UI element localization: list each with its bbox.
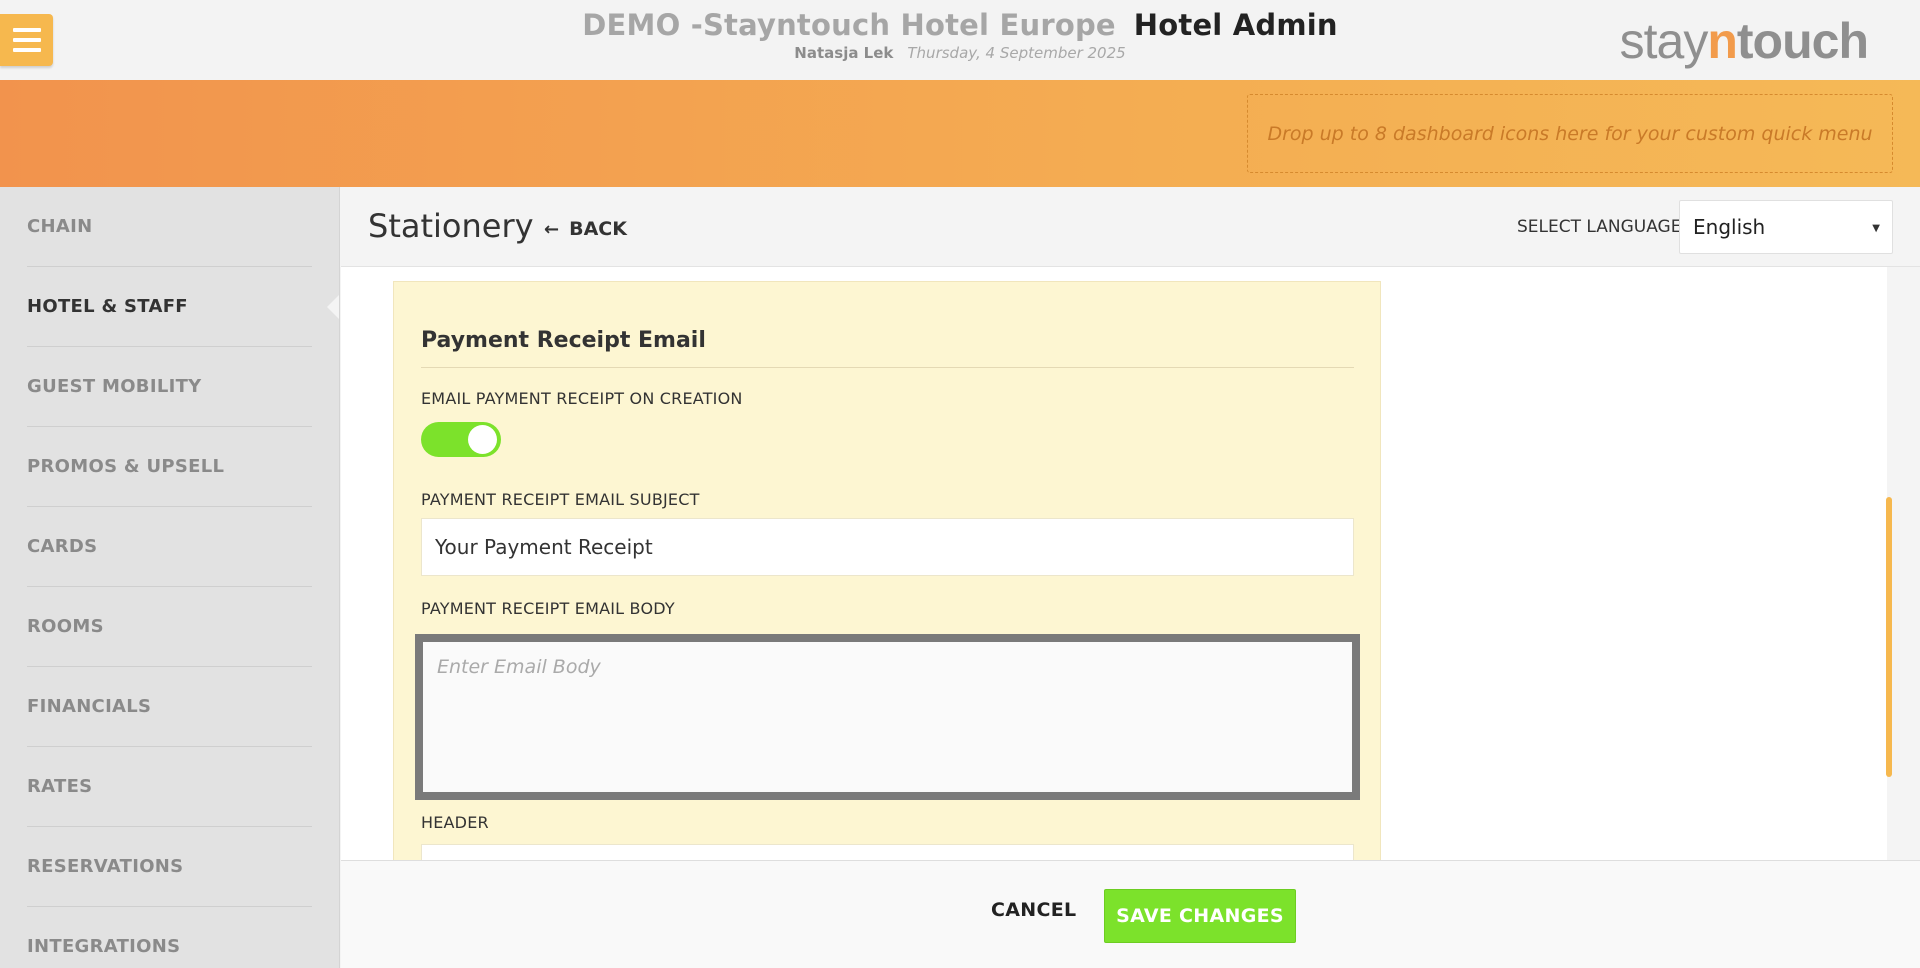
current-date: Thursday, 4 September 2025 — [907, 44, 1126, 62]
toggle-label: EMAIL PAYMENT RECEIPT ON CREATION — [421, 389, 743, 408]
page-title: Stationery — [368, 207, 534, 245]
language-label: SELECT LANGUAGE — [1517, 217, 1682, 237]
save-changes-button[interactable]: SAVE CHANGES — [1104, 889, 1296, 943]
sidebar-item-integrations[interactable]: INTEGRATIONS — [27, 907, 312, 968]
sidebar-item-financials[interactable]: FINANCIALS — [27, 667, 312, 747]
sidebar-item-chain[interactable]: CHAIN — [27, 187, 312, 267]
sidebar-item-label: CHAIN — [27, 216, 93, 237]
logo-part-stay: stay — [1619, 13, 1709, 69]
logo-part-touch: touch — [1736, 13, 1869, 69]
sidebar-item-label: RESERVATIONS — [27, 856, 184, 877]
body-label: PAYMENT RECEIPT EMAIL BODY — [421, 599, 675, 618]
hotel-name: DEMO -Stayntouch Hotel Europe — [582, 8, 1116, 42]
footer-actions: CANCEL SAVE CHANGES — [341, 860, 1920, 968]
subject-input[interactable]: Your Payment Receipt — [421, 518, 1354, 576]
arrow-left-icon: ← — [544, 218, 560, 240]
sidebar: CHAIN HOTEL & STAFF GUEST MOBILITY PROMO… — [0, 187, 340, 968]
cancel-button[interactable]: CANCEL — [991, 899, 1076, 921]
header-label: HEADER — [421, 813, 489, 832]
sidebar-item-reservations[interactable]: RESERVATIONS — [27, 827, 312, 907]
sidebar-item-guest-mobility[interactable]: GUEST MOBILITY — [27, 347, 312, 427]
quick-menu-banner: Drop up to 8 dashboard icons here for yo… — [0, 80, 1920, 187]
sidebar-item-label: CARDS — [27, 536, 98, 557]
language-value: English — [1693, 215, 1766, 239]
sidebar-item-rooms[interactable]: ROOMS — [27, 587, 312, 667]
app-name: Hotel Admin — [1133, 8, 1338, 42]
section-title: Payment Receipt Email — [421, 328, 1354, 368]
top-bar: DEMO -Stayntouch Hotel Europe Hotel Admin… — [0, 0, 1920, 80]
sidebar-item-promos-upsell[interactable]: PROMOS & UPSELL — [27, 427, 312, 507]
content-area: Payment Receipt Email EMAIL PAYMENT RECE… — [341, 267, 1887, 860]
sidebar-item-rates[interactable]: RATES — [27, 747, 312, 827]
payment-receipt-email-card: Payment Receipt Email EMAIL PAYMENT RECE… — [393, 281, 1381, 860]
sidebar-item-label: FINANCIALS — [27, 696, 152, 717]
language-select[interactable]: English ▼ — [1679, 200, 1893, 254]
sidebar-item-cards[interactable]: CARDS — [27, 507, 312, 587]
sidebar-item-label: HOTEL & STAFF — [27, 296, 188, 317]
caret-down-icon: ▼ — [1872, 223, 1880, 234]
stayntouch-logo: stayntouch — [1619, 12, 1869, 70]
back-label: BACK — [569, 218, 627, 240]
scrollbar[interactable] — [1886, 497, 1892, 777]
header-input[interactable]: Add custom text, hotel name / address et… — [421, 844, 1354, 860]
active-pointer-icon — [327, 295, 339, 319]
user-name: Natasja Lek — [794, 44, 894, 62]
sidebar-item-hotel-staff[interactable]: HOTEL & STAFF — [27, 267, 339, 347]
logo-part-n: n — [1707, 13, 1738, 69]
body-textarea[interactable]: Enter Email Body — [415, 634, 1360, 800]
sidebar-item-label: ROOMS — [27, 616, 104, 637]
sidebar-item-label: PROMOS & UPSELL — [27, 456, 225, 477]
sidebar-item-label: GUEST MOBILITY — [27, 376, 202, 397]
sidebar-item-label: RATES — [27, 776, 93, 797]
toggle-knob — [468, 425, 497, 454]
page-header: Stationery ← BACK SELECT LANGUAGE Englis… — [341, 187, 1920, 267]
quick-menu-dropzone[interactable]: Drop up to 8 dashboard icons here for yo… — [1247, 94, 1893, 173]
back-button[interactable]: ← BACK — [544, 218, 627, 240]
email-receipt-toggle[interactable] — [421, 422, 501, 457]
sidebar-item-label: INTEGRATIONS — [27, 936, 181, 957]
subject-label: PAYMENT RECEIPT EMAIL SUBJECT — [421, 490, 700, 509]
